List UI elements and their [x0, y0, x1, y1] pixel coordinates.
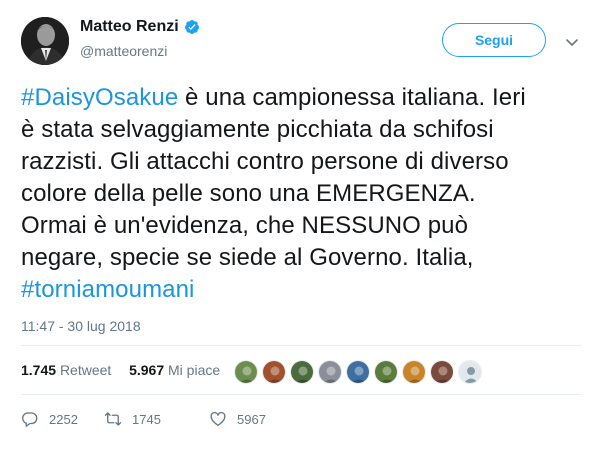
liker-avatar[interactable] [430, 360, 454, 384]
tweet-text-segment: razzisti. Gli attacchi contro persone di… [21, 148, 509, 175]
tweet-text-segment: è stata selvaggiamente picchiata da schi… [21, 116, 494, 143]
tweet-text-segment: Ormai è un'evidenza, che NESSUNO può [21, 212, 469, 239]
tweet-text-segment: colore della pelle sono una EMERGENZA. [21, 180, 476, 207]
retweet-button[interactable]: 1745 [104, 410, 209, 428]
tweet-card: Matteo Renzi @matteorenzi Segui #DaisyOs… [0, 0, 602, 449]
liker-avatar[interactable] [374, 360, 398, 384]
retweet-count: 1745 [132, 411, 161, 427]
tweet-stats: 1.745 Retweet 5.967 Mi piace [21, 362, 220, 378]
reply-icon [21, 412, 38, 427]
liker-avatar[interactable] [346, 360, 370, 384]
likes-label[interactable]: Mi piace [168, 362, 220, 378]
author-name[interactable]: Matteo Renzi [80, 18, 200, 36]
reply-count: 2252 [49, 411, 78, 427]
tweet-text-line: #torniamoumani [21, 274, 586, 306]
tweet-text-line: negare, specie se siede al Governo. Ital… [21, 242, 586, 274]
liker-avatar[interactable] [262, 360, 286, 384]
liker-avatar[interactable] [290, 360, 314, 384]
tweet-text-line: razzisti. Gli attacchi contro persone di… [21, 146, 586, 178]
liker-avatar[interactable] [402, 360, 426, 384]
like-count: 5967 [237, 411, 266, 427]
chevron-down-icon[interactable] [564, 34, 580, 50]
tweet-text-line: è stata selvaggiamente picchiata da schi… [21, 114, 586, 146]
profile-photo-icon [21, 17, 69, 65]
author-handle[interactable]: @matteorenzi [80, 43, 167, 59]
divider [21, 394, 581, 395]
liker-avatar[interactable] [234, 360, 258, 384]
tweet-actions: 2252 1745 5967 [21, 410, 266, 428]
liker-avatars [234, 360, 486, 384]
verified-badge-icon [184, 19, 200, 35]
retweet-icon [104, 412, 122, 426]
like-button[interactable]: 5967 [209, 410, 266, 428]
follow-button[interactable]: Segui [442, 23, 546, 57]
tweet-text-segment: è una campionessa italiana. Ieri [178, 84, 526, 111]
tweet-text-segment: negare, specie se siede al Governo. Ital… [21, 244, 474, 271]
hashtag-link[interactable]: #DaisyOsakue [21, 84, 178, 111]
tweet-text-line: #DaisyOsakue è una campionessa italiana.… [21, 82, 586, 114]
tweet-text-line: Ormai è un'evidenza, che NESSUNO può [21, 210, 586, 242]
divider [21, 345, 581, 346]
tweet-timestamp[interactable]: 11:47 - 30 lug 2018 [21, 318, 141, 334]
retweets-count[interactable]: 1.745 [21, 362, 56, 378]
retweets-label[interactable]: Retweet [60, 362, 111, 378]
tweet-text-line: colore della pelle sono una EMERGENZA. [21, 178, 586, 210]
reply-button[interactable]: 2252 [21, 410, 104, 428]
tweet-text: #DaisyOsakue è una campionessa italiana.… [21, 82, 586, 306]
heart-icon [210, 411, 226, 427]
author-name-text: Matteo Renzi [80, 18, 179, 35]
default-avatar-icon[interactable] [458, 360, 482, 384]
hashtag-link[interactable]: #torniamoumani [21, 276, 195, 303]
liker-avatar[interactable] [318, 360, 342, 384]
avatar[interactable] [21, 17, 69, 65]
likes-count[interactable]: 5.967 [129, 362, 164, 378]
